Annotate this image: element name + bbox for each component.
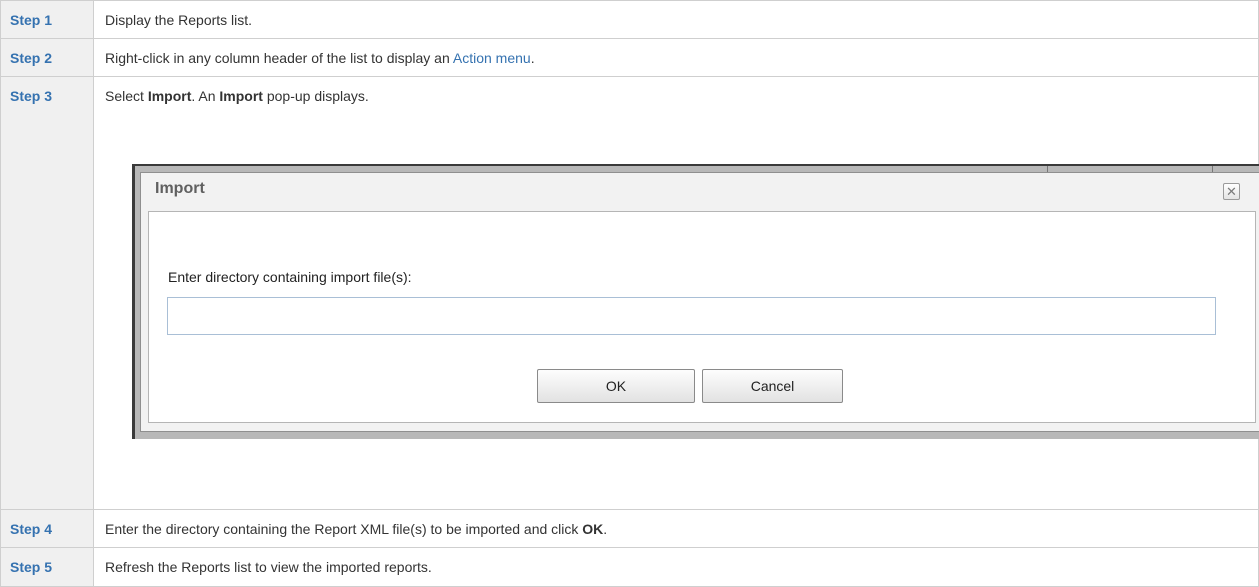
step-text: Refresh the Reports list to view the imp… xyxy=(93,547,1259,587)
cancel-button[interactable]: Cancel xyxy=(702,369,843,403)
step-text: Right-click in any column header of the … xyxy=(93,38,1259,77)
import-dialog-screenshot: Import ✕ Enter directory containing impo… xyxy=(132,164,1259,439)
import-dialog: Import ✕ Enter directory containing impo… xyxy=(140,172,1259,432)
step-row: Step 4 Enter the directory containing th… xyxy=(0,509,1259,548)
step-label: Step 3 xyxy=(0,76,94,510)
step-label: Step 4 xyxy=(0,509,94,548)
step-text: Enter the directory containing the Repor… xyxy=(93,509,1259,548)
directory-field-label: Enter directory containing import file(s… xyxy=(168,269,412,285)
step-row: Step 1 Display the Reports list. xyxy=(0,0,1259,39)
step-label: Step 2 xyxy=(0,38,94,77)
step-label: Step 1 xyxy=(0,0,94,39)
close-icon[interactable]: ✕ xyxy=(1223,183,1240,200)
step-row: Step 5 Refresh the Reports list to view … xyxy=(0,547,1259,587)
ok-button[interactable]: OK xyxy=(537,369,695,403)
dialog-body: Enter directory containing import file(s… xyxy=(148,211,1256,423)
directory-input[interactable] xyxy=(167,297,1216,335)
step-row: Step 2 Right-click in any column header … xyxy=(0,38,1259,77)
step-label: Step 5 xyxy=(0,547,94,587)
dialog-title: Import xyxy=(155,180,205,197)
action-menu-link[interactable]: Action menu xyxy=(453,50,531,66)
step-text: Display the Reports list. xyxy=(93,0,1259,39)
